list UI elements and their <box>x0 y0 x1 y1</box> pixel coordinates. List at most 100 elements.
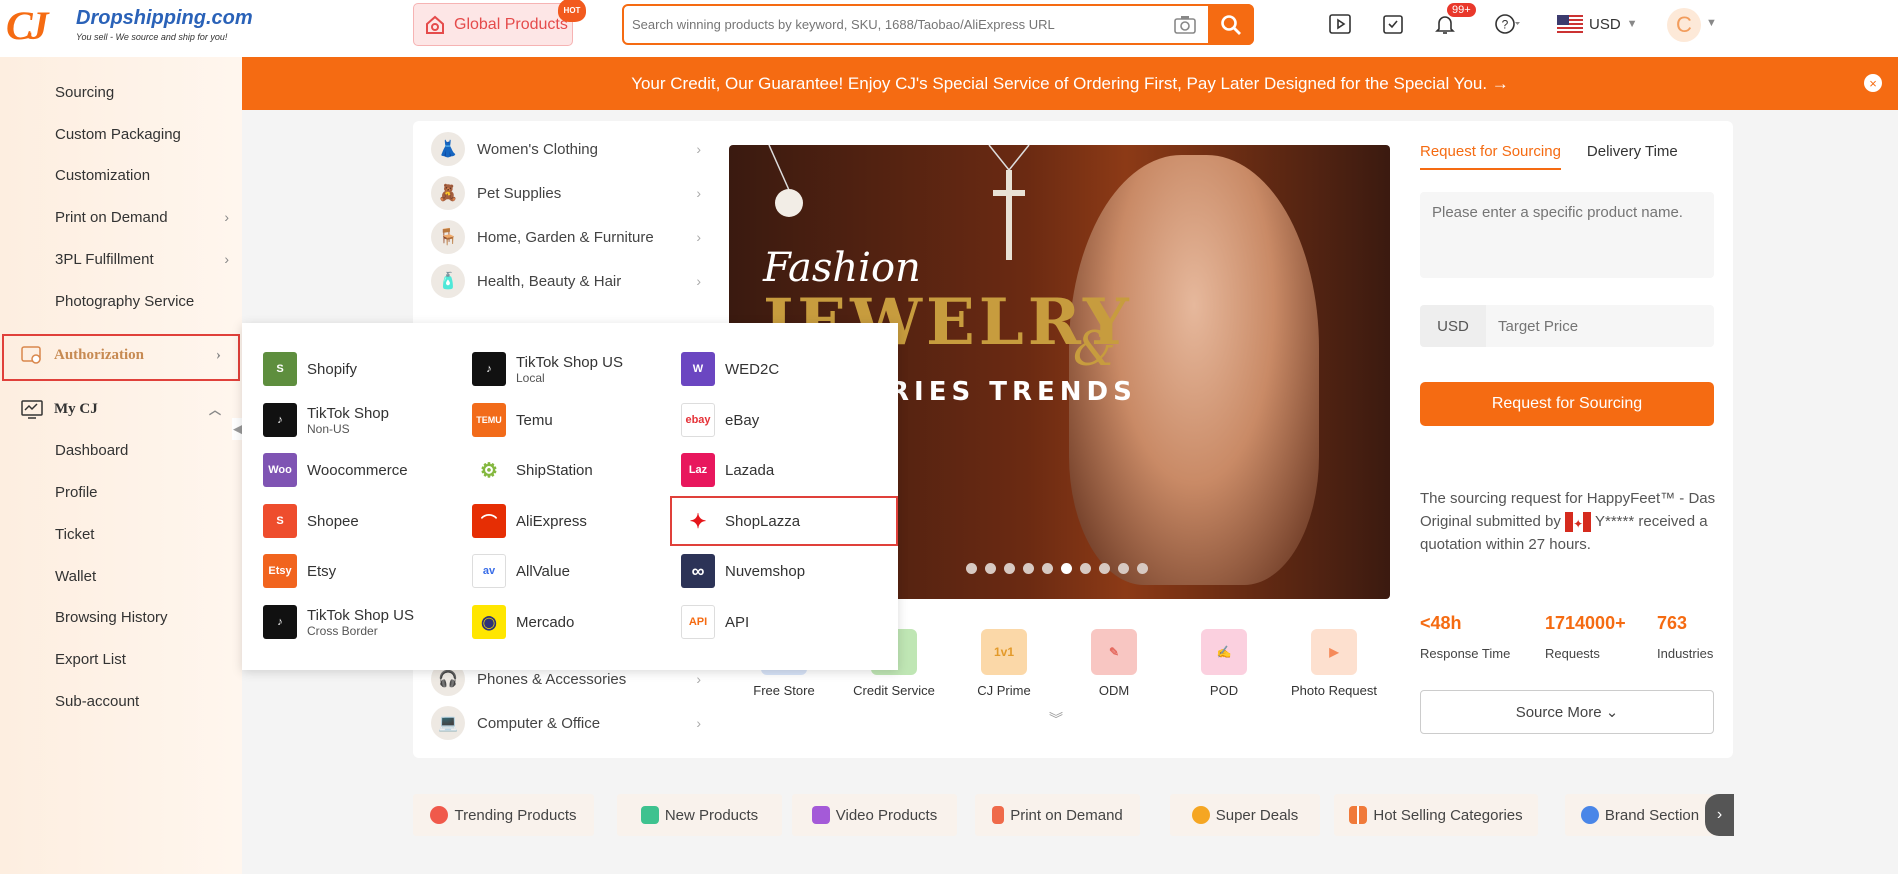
sidebar-item-profile[interactable]: Profile <box>55 477 235 507</box>
sidebar-item-label: Sourcing <box>55 83 115 101</box>
category-computer-office[interactable]: 💻 Computer & Office › <box>431 705 711 741</box>
stat-label: Requests <box>1545 646 1600 661</box>
tab-new-products[interactable]: New Products <box>617 794 782 836</box>
chevron-right-icon[interactable]: › <box>1705 794 1734 836</box>
chevron-right-icon: › <box>696 141 701 157</box>
tab-brand-section[interactable]: Brand Section <box>1565 794 1715 836</box>
sidebar-item-custom-packaging[interactable]: Custom Packaging <box>55 119 235 149</box>
sidebar-section-my-cj[interactable]: My CJ ︿ <box>20 393 235 425</box>
global-products-button[interactable]: Global Products HOT <box>413 0 586 46</box>
avatar[interactable]: C <box>1667 8 1701 42</box>
sidebar-item-dashboard[interactable]: Dashboard <box>55 435 235 465</box>
cj-logo[interactable]: CJ Dropshipping.com You sell - We source… <box>6 2 253 52</box>
platform-nuvemshop[interactable]: ∞ Nuvemshop <box>681 551 881 591</box>
credit-notice-banner[interactable]: Your Credit, Our Guarantee! Enjoy CJ's S… <box>242 57 1898 110</box>
platform-sub: Non-US <box>307 421 350 436</box>
carousel-dot[interactable] <box>1080 563 1091 574</box>
tab-trending-products[interactable]: Trending Products <box>413 794 594 836</box>
woocommerce-icon: Woo <box>263 453 297 487</box>
sidebar-item-label: Dashboard <box>55 441 129 459</box>
double-chevron-down-icon[interactable]: ︾ <box>1049 709 1063 729</box>
etsy-icon: Etsy <box>263 554 297 588</box>
platform-shopee[interactable]: S Shopee <box>263 501 463 541</box>
service-cj-prime[interactable]: 1v1 CJ Prime <box>954 629 1054 698</box>
sidebar-item-photography-service[interactable]: Photography Service <box>55 286 235 316</box>
platform-lazada[interactable]: Laz Lazada <box>681 450 881 490</box>
carousel-dot[interactable] <box>966 563 977 574</box>
platform-name: API <box>725 613 750 631</box>
pendant-icon <box>768 145 803 217</box>
service-pod[interactable]: ✍ POD <box>1174 629 1274 698</box>
video-icon[interactable] <box>1326 10 1354 38</box>
platform-shopify[interactable]: S Shopify <box>263 349 463 389</box>
category-womens-clothing[interactable]: 👗 Women's Clothing › <box>431 131 711 167</box>
medal-icon <box>1580 806 1599 824</box>
sidebar-item-customization[interactable]: Customization <box>55 160 235 190</box>
category-pet-supplies[interactable]: 🧸 Pet Supplies › <box>431 175 711 211</box>
quote-user: Y***** <box>1594 513 1635 530</box>
request-for-sourcing-button[interactable]: Request for Sourcing <box>1420 382 1714 426</box>
platform-ebay[interactable]: ebay eBay <box>681 400 881 440</box>
sidebar-item-sub-account[interactable]: Sub-account <box>55 686 235 716</box>
tube-icon <box>992 806 1005 824</box>
source-more-button[interactable]: Source More ⌄ <box>1420 690 1714 734</box>
search-input[interactable] <box>632 6 1172 43</box>
fire-icon <box>430 806 449 824</box>
sidebar-item-browsing-history[interactable]: Browsing History <box>55 602 235 632</box>
platform-wed2c[interactable]: W WED2C <box>681 349 881 389</box>
platform-name: Mercado <box>516 613 575 631</box>
platform-etsy[interactable]: Etsy Etsy <box>263 551 463 591</box>
carousel-dot-active[interactable] <box>1061 563 1072 574</box>
carousel-dot[interactable] <box>1137 563 1148 574</box>
category-health-beauty[interactable]: 🧴 Health, Beauty & Hair › <box>431 263 711 299</box>
carousel-dot[interactable] <box>1023 563 1034 574</box>
carousel-dot[interactable] <box>1004 563 1015 574</box>
carousel-dot[interactable] <box>1042 563 1053 574</box>
task-icon[interactable] <box>1379 10 1407 38</box>
platform-mercado[interactable]: ◉ Mercado <box>472 602 672 642</box>
tab-super-deals[interactable]: Super Deals <box>1170 794 1320 836</box>
platform-temu[interactable]: TEMU Temu <box>472 400 672 440</box>
platform-tiktok-shop-us-cross-border[interactable]: ♪ TikTok Shop US Cross Border <box>263 602 463 642</box>
camera-icon[interactable] <box>1172 13 1198 37</box>
product-name-input[interactable] <box>1420 192 1714 278</box>
platform-tiktok-shop-us-local[interactable]: ♪ TikTok Shop US Local <box>472 349 672 389</box>
carousel-dot[interactable] <box>985 563 996 574</box>
stat-label: Industries <box>1657 646 1714 661</box>
sidebar-item-export-list[interactable]: Export List <box>55 644 235 674</box>
sidebar-item-sourcing[interactable]: Sourcing <box>55 77 235 107</box>
carousel-dot[interactable] <box>1118 563 1129 574</box>
top-header: CJ Dropshipping.com You sell - We source… <box>0 0 1898 57</box>
help-icon[interactable]: ? <box>1493 10 1521 38</box>
category-home-garden[interactable]: 🪑 Home, Garden & Furniture › <box>431 219 711 255</box>
tab-print-on-demand[interactable]: Print on Demand <box>975 794 1140 836</box>
currency-selector[interactable]: USD ▼ <box>1557 12 1638 36</box>
platform-allvalue[interactable]: av AllValue <box>472 551 672 591</box>
sidebar-item-3pl-fulfillment[interactable]: 3PL Fulfillment › <box>55 244 235 274</box>
ebay-icon: ebay <box>681 403 715 437</box>
platform-shipstation[interactable]: ⚙ ShipStation <box>472 450 672 490</box>
platform-tiktok-shop-non-us[interactable]: ♪ TikTok Shop Non-US <box>263 400 463 440</box>
platform-woocommerce[interactable]: Woo Woocommerce <box>263 450 463 490</box>
close-icon[interactable]: × <box>1864 74 1882 92</box>
sidebar-item-ticket[interactable]: Ticket <box>55 519 235 549</box>
chevron-down-icon: ▼ <box>1626 18 1638 30</box>
stat-industries: 763 Industries <box>1657 613 1713 661</box>
avatar-chevron-icon[interactable]: ▼ <box>1706 17 1717 29</box>
target-price-input[interactable] <box>1486 317 1714 335</box>
platform-aliexpress[interactable]: ⌒ AliExpress <box>472 501 672 541</box>
tab-delivery-time[interactable]: Delivery Time <box>1587 143 1678 170</box>
category-label: Phones & Accessories <box>477 670 627 688</box>
category-label: Health, Beauty & Hair <box>477 272 622 290</box>
search-button[interactable] <box>1208 4 1254 45</box>
tab-hot-selling-categories[interactable]: Hot Selling Categories <box>1334 794 1538 836</box>
sidebar-item-print-on-demand[interactable]: Print on Demand › <box>55 202 235 232</box>
tab-request-for-sourcing[interactable]: Request for Sourcing <box>1420 143 1561 170</box>
tab-video-products[interactable]: Video Products <box>792 794 957 836</box>
platform-name: TikTok Shop <box>307 404 389 422</box>
service-photo-request[interactable]: ▶ Photo Request <box>1284 629 1384 698</box>
service-odm[interactable]: ✎ ODM <box>1064 629 1164 698</box>
carousel-dot[interactable] <box>1099 563 1110 574</box>
platform-api[interactable]: API API <box>681 602 881 642</box>
sidebar-item-wallet[interactable]: Wallet <box>55 561 235 591</box>
